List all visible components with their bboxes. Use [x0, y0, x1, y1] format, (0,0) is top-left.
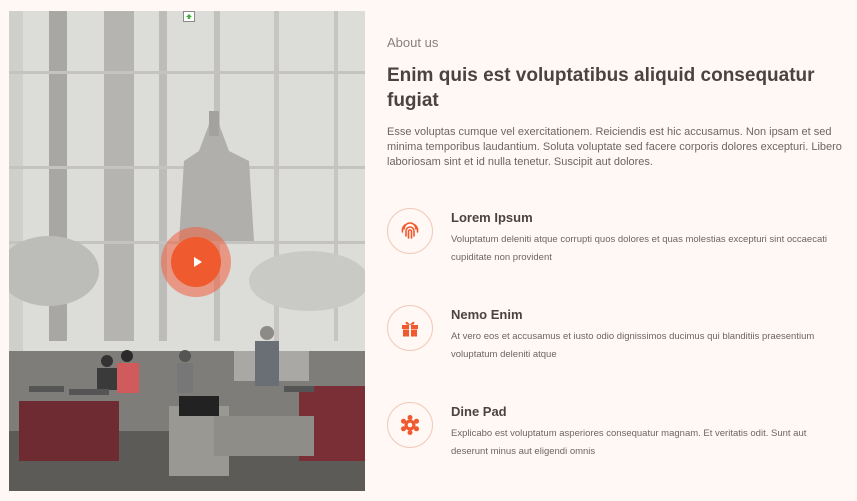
- about-content: About us Enim quis est voluptatibus aliq…: [387, 35, 842, 499]
- feature-description: At vero eos et accusamus et iusto odio d…: [451, 331, 815, 360]
- feature-title: Nemo Enim: [451, 307, 523, 322]
- feature-item: Dine Pad Explicabo est voluptatum asperi…: [387, 402, 842, 499]
- fingerprint-icon: [401, 222, 419, 239]
- feature-icon-circle: [387, 305, 433, 351]
- play-icon: [193, 257, 202, 267]
- section-eyebrow: About us: [387, 35, 439, 50]
- video-play-button-halo: [161, 227, 231, 297]
- feature-list: Lorem Ipsum Voluptatum deleniti atque co…: [387, 208, 842, 499]
- download-icon[interactable]: [183, 11, 195, 22]
- atom-icon: [401, 415, 419, 435]
- gift-icon: [402, 321, 418, 337]
- feature-icon-circle: [387, 402, 433, 448]
- feature-item: Lorem Ipsum Voluptatum deleniti atque co…: [387, 208, 842, 305]
- section-intro: Esse voluptas cumque vel exercitationem.…: [387, 126, 842, 168]
- feature-description: Voluptatum deleniti atque corrupti quos …: [451, 234, 827, 263]
- feature-description: Explicabo est voluptatum asperiores cons…: [451, 428, 807, 457]
- about-image: [9, 11, 365, 491]
- feature-title: Dine Pad: [451, 404, 507, 419]
- feature-title: Lorem Ipsum: [451, 210, 533, 225]
- section-title: Enim quis est voluptatibus aliquid conse…: [387, 65, 815, 111]
- video-play-button[interactable]: [171, 237, 221, 287]
- feature-item: Nemo Enim At vero eos et accusamus et iu…: [387, 305, 842, 402]
- feature-icon-circle: [387, 208, 433, 254]
